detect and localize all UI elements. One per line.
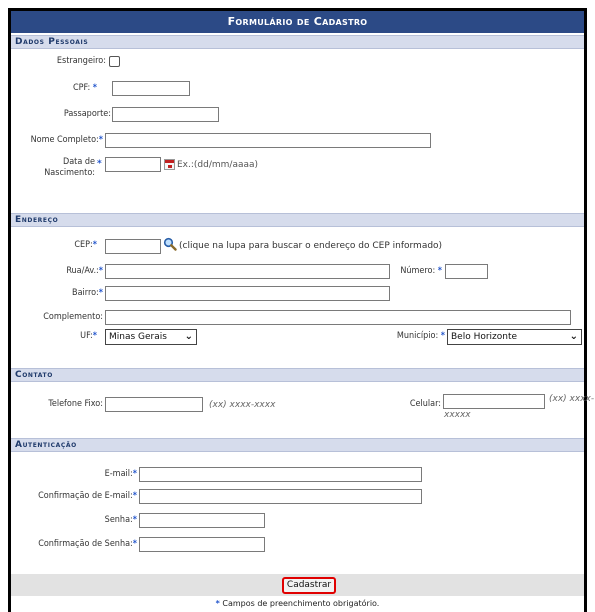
- required-star: *: [97, 159, 102, 169]
- section-header-autenticacao: Autenticação: [11, 438, 584, 452]
- search-icon[interactable]: [163, 237, 177, 251]
- senha-confirm-input[interactable]: [139, 537, 265, 552]
- required-fields-note: * Campos de preenchimento obrigatório.: [215, 599, 380, 608]
- section-header-contato: Contato: [11, 368, 584, 382]
- email-confirm-input[interactable]: [139, 489, 422, 504]
- email-label: E-mail:*: [104, 469, 137, 479]
- cep-input[interactable]: [105, 239, 161, 254]
- required-star: *: [132, 469, 137, 479]
- data-nascimento-input[interactable]: [105, 157, 161, 172]
- nome-completo-input[interactable]: [105, 133, 431, 148]
- data-nascimento-label: Data de Nascimento:: [44, 157, 95, 178]
- chevron-down-icon: ⌄: [184, 331, 193, 342]
- uf-label: UF:*: [80, 331, 97, 341]
- municipio-selected-value: Belo Horizonte: [451, 332, 518, 342]
- required-star: *: [440, 331, 445, 341]
- celular-input[interactable]: [443, 394, 545, 409]
- telefone-fixo-input[interactable]: [105, 397, 203, 412]
- required-star: *: [437, 266, 442, 276]
- required-star: *: [92, 83, 97, 93]
- required-star: *: [92, 240, 97, 250]
- municipio-label: Município: *: [396, 331, 445, 341]
- bairro-input[interactable]: [105, 286, 390, 301]
- estrangeiro-checkbox[interactable]: [109, 56, 120, 67]
- senha-label: Senha:*: [104, 515, 137, 525]
- required-star: *: [98, 266, 103, 276]
- required-star: *: [92, 331, 97, 341]
- telefone-hint: (xx) xxxx-xxxx: [209, 400, 276, 410]
- nome-completo-label: Nome Completo:*: [30, 135, 103, 145]
- passaporte-label: Passaporte:: [63, 109, 111, 119]
- municipio-select[interactable]: Belo Horizonte ⌄: [447, 329, 582, 345]
- required-star: *: [132, 515, 137, 525]
- data-nascimento-hint: Ex.:(dd/mm/aaaa): [177, 160, 259, 170]
- cep-label: CEP:*: [74, 240, 97, 250]
- form-title: Formulário de Cadastro: [11, 11, 584, 33]
- cep-hint: (clique na lupa para buscar o endereço d…: [179, 241, 443, 251]
- numero-label: Número: *: [400, 266, 442, 276]
- uf-selected-value: Minas Gerais: [109, 332, 167, 342]
- required-star: *: [132, 539, 137, 549]
- calendar-icon[interactable]: [164, 159, 175, 170]
- rua-input[interactable]: [105, 264, 390, 279]
- required-star: *: [215, 599, 220, 608]
- section-header-endereco: Endereço: [11, 213, 584, 227]
- chevron-down-icon: ⌄: [569, 331, 578, 342]
- cadastrar-button[interactable]: Cadastrar: [282, 577, 336, 594]
- section-header-dados-pessoais: Dados Pessoais: [11, 35, 584, 49]
- email-confirm-label: Confirmação de E-mail:*: [38, 491, 137, 501]
- required-star: *: [98, 288, 103, 298]
- required-star: *: [132, 491, 137, 501]
- celular-hint: (xx) xxxx-: [549, 394, 595, 404]
- celular-label: Celular:: [409, 399, 441, 409]
- rua-label: Rua/Av.:*: [66, 266, 103, 276]
- celular-hint-continuation: xxxxx: [444, 410, 471, 420]
- senha-input[interactable]: [139, 513, 265, 528]
- cpf-label: CPF: *: [72, 83, 97, 93]
- telefone-fixo-label: Telefone Fixo:: [48, 399, 103, 409]
- senha-confirm-label: Confirmação de Senha:*: [38, 539, 137, 549]
- passaporte-input[interactable]: [112, 107, 219, 122]
- numero-input[interactable]: [445, 264, 488, 279]
- estrangeiro-label: Estrangeiro:: [56, 56, 106, 66]
- cpf-input[interactable]: [112, 81, 190, 96]
- complemento-input[interactable]: [105, 310, 571, 325]
- bairro-label: Bairro:*: [72, 288, 103, 298]
- registration-form: Formulário de Cadastro Dados Pessoais Es…: [8, 8, 594, 612]
- required-star: *: [98, 135, 103, 145]
- uf-select[interactable]: Minas Gerais ⌄: [105, 329, 197, 345]
- email-input[interactable]: [139, 467, 422, 482]
- complemento-label: Complemento:: [43, 312, 103, 322]
